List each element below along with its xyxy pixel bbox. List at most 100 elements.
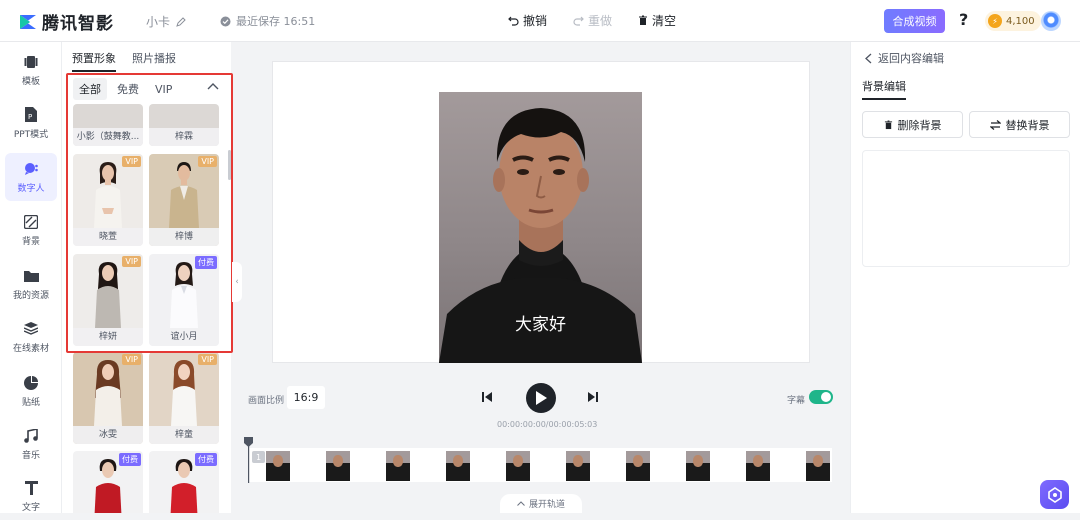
layers-icon <box>23 321 39 337</box>
trash-icon <box>884 120 892 129</box>
nav-my-resources[interactable]: 我的资源 <box>5 260 57 308</box>
avatar-card[interactable]: VIP 冰雯 <box>73 352 143 444</box>
nav-online-material[interactable]: 在线素材 <box>5 313 57 361</box>
timecode: 00:00:00:00/00:00:05:03 <box>497 420 598 429</box>
nav-label: 音乐 <box>21 450 40 461</box>
redo-button[interactable]: 重做 <box>573 12 612 29</box>
clip-thumbnail <box>386 451 410 481</box>
text-icon <box>23 480 39 496</box>
clear-label: 清空 <box>652 14 677 28</box>
save-status-text: 最近保存 16:51 <box>236 15 316 28</box>
avatar-card[interactable]: 付费 <box>73 451 143 513</box>
trash-icon <box>639 15 648 25</box>
nav-ppt[interactable]: P PPT模式 <box>5 99 57 147</box>
nav-label: 背景 <box>21 236 40 247</box>
avatar-figure <box>94 360 122 426</box>
skip-back-icon[interactable] <box>480 390 494 404</box>
clip-thumbnail <box>626 451 650 481</box>
template-icon <box>23 54 39 70</box>
collapse-panel-handle[interactable]: ‹ <box>232 262 242 302</box>
chevron-left-icon <box>865 53 872 63</box>
back-to-content-edit[interactable]: 返回内容编辑 <box>865 50 944 66</box>
undo-label: 撤销 <box>523 14 548 28</box>
top-bar: 腾讯智影 小卡 最近保存 16:51 撤销 重做 清空 合成视频 ? ⚡ 4,1… <box>0 0 1080 42</box>
clip-thumbnail <box>506 451 530 481</box>
project-name-text: 小卡 <box>146 15 171 29</box>
music-icon <box>23 428 39 444</box>
folder-icon <box>23 268 39 284</box>
expand-tracks-button[interactable]: 展开轨道 <box>500 494 582 513</box>
svg-text:P: P <box>28 113 32 121</box>
tab-photo-broadcast[interactable]: 照片播报 <box>132 50 176 72</box>
chevron-left-icon: ‹ <box>235 277 239 287</box>
digital-human-preview[interactable]: 大家好 <box>439 92 642 363</box>
coin-balance[interactable]: ⚡ 4,100 <box>985 11 1041 31</box>
user-avatar[interactable] <box>1041 11 1061 31</box>
play-icon <box>536 391 547 405</box>
sticker-icon <box>23 375 39 391</box>
replace-background-label: 替换背景 <box>1005 118 1050 132</box>
avatar-card[interactable]: VIP 梓童 <box>149 352 219 444</box>
undo-button[interactable]: 撤销 <box>508 12 547 29</box>
app-name: 腾讯智影 <box>42 14 114 34</box>
avatar-name: 梓童 <box>149 426 219 444</box>
left-nav: 模板 P PPT模式 数字人 背景 我的资源 在线素材 贴纸 音乐 文字 <box>0 42 62 513</box>
clear-button[interactable]: 清空 <box>638 12 676 29</box>
clip-thumbnail <box>326 451 350 481</box>
paid-badge: 付费 <box>195 453 217 466</box>
nav-background[interactable]: 背景 <box>5 206 57 254</box>
chevron-up-icon <box>517 501 525 506</box>
app-logo[interactable]: 腾讯智影 <box>18 9 114 34</box>
clip-thumbnail <box>266 451 290 481</box>
paid-badge: 付费 <box>119 453 141 466</box>
nav-digital-human[interactable]: 数字人 <box>5 153 57 201</box>
clip-index: 1 <box>252 451 265 463</box>
ratio-label: 画面比例 <box>248 396 285 406</box>
background-preview[interactable] <box>862 150 1070 267</box>
nav-template[interactable]: 模板 <box>5 46 57 94</box>
play-button[interactable] <box>526 383 556 413</box>
avatar-figure <box>171 360 197 426</box>
background-icon <box>23 214 39 230</box>
avatar-card[interactable]: 付费 <box>149 451 219 513</box>
clip-thumbnail <box>746 451 770 481</box>
logo-icon <box>20 14 36 29</box>
avatar-name: 冰雯 <box>73 426 143 444</box>
delete-background-button[interactable]: 删除背景 <box>862 111 963 138</box>
subtitle-toggle-label: 字幕 <box>787 396 806 406</box>
nav-music[interactable]: 音乐 <box>5 420 57 468</box>
coin-count: 4,100 <box>1006 15 1035 27</box>
tab-preset-avatars[interactable]: 预置形象 <box>72 50 116 72</box>
tab-background-edit[interactable]: 背景编辑 <box>862 78 906 100</box>
subtitle-toggle[interactable] <box>809 390 833 404</box>
clip-thumbnail <box>806 451 830 481</box>
clip-thumbnail <box>566 451 590 481</box>
back-label: 返回内容编辑 <box>878 52 944 65</box>
canvas-subtitle[interactable]: 大家好 <box>439 310 642 335</box>
edit-pencil-icon[interactable] <box>176 16 186 27</box>
redo-label: 重做 <box>588 14 613 28</box>
assistant-button[interactable] <box>1040 480 1069 509</box>
project-name[interactable]: 小卡 <box>146 13 186 30</box>
expand-label: 展开轨道 <box>528 500 565 510</box>
vip-badge: VIP <box>122 354 141 365</box>
nav-label: 文字 <box>21 502 40 513</box>
generate-video-button[interactable]: 合成视频 <box>884 9 945 33</box>
undo-icon <box>508 16 519 26</box>
skip-forward-icon[interactable] <box>586 390 600 404</box>
help-icon[interactable]: ? <box>959 10 968 29</box>
nav-label: 我的资源 <box>12 290 49 301</box>
aspect-ratio-select[interactable]: 16:9 <box>287 386 325 409</box>
ppt-icon: P <box>23 107 39 123</box>
replace-background-button[interactable]: 替换背景 <box>969 111 1070 138</box>
nav-label: 数字人 <box>17 183 45 194</box>
delete-background-label: 删除背景 <box>897 118 942 132</box>
coin-icon: ⚡ <box>988 14 1002 28</box>
vip-badge: VIP <box>198 354 217 365</box>
nav-sticker[interactable]: 贴纸 <box>5 367 57 415</box>
highlight-box <box>66 73 233 353</box>
properties-panel: 返回内容编辑 背景编辑 删除背景 替换背景 <box>850 42 1080 513</box>
clip-thumbnail <box>686 451 710 481</box>
assistant-icon <box>1047 486 1062 503</box>
nav-label: PPT模式 <box>13 129 49 140</box>
